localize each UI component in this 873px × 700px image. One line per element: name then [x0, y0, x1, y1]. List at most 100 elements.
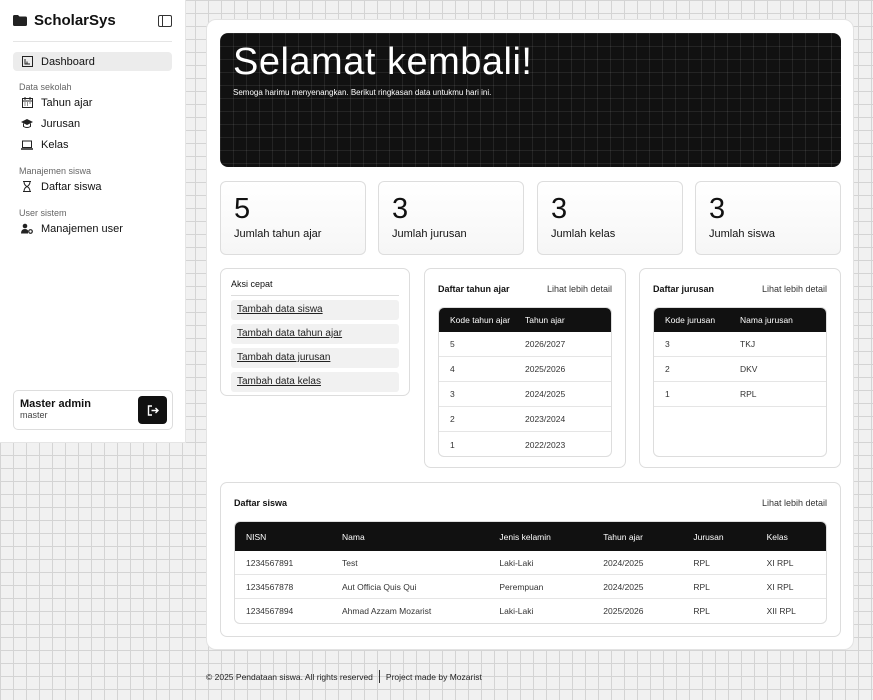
table-row: 3 2024/2025 — [439, 382, 611, 407]
table-row: 4 2025/2026 — [439, 357, 611, 382]
logout-icon — [147, 404, 159, 416]
table-cell: 2024/2025 — [603, 557, 644, 568]
stat-value: 3 — [551, 193, 568, 225]
sidebar: ScholarSys Dashboard Data sekolah Tahun … — [0, 0, 186, 443]
table-cell: RPL — [693, 581, 710, 592]
table-row: 1 2022/2023 — [439, 432, 611, 456]
table-header: NISN Nama Jenis kelamin Tahun ajar Jurus… — [235, 522, 826, 551]
sidebar-item-label: Dashboard — [41, 55, 95, 68]
welcome-banner: Selamat kembali! Semoga harimu menyenang… — [220, 33, 841, 167]
table-cell: XI RPL — [766, 581, 794, 592]
column-header: Kode jurusan — [665, 315, 716, 325]
footer-copyright: © 2025 Pendataan siswa. All rights reser… — [206, 671, 373, 682]
academic-years-title: Daftar tahun ajar — [438, 284, 510, 294]
stat-card-siswa: 3 Jumlah siswa — [695, 181, 841, 255]
table-row: 5 2026/2027 — [439, 332, 611, 357]
dashboard-icon — [21, 56, 33, 68]
sidebar-item-manajemen-user[interactable]: Manajemen user — [13, 218, 172, 239]
academic-years-detail-link[interactable]: Lihat lebih detail — [547, 284, 612, 294]
column-header: Jenis kelamin — [499, 531, 551, 542]
group-label-user-sistem: User sistem — [19, 208, 67, 218]
table-cell: 2025/2026 — [603, 606, 644, 616]
table-row: 1234567878 Aut Officia Quis Qui Perempua… — [235, 575, 826, 599]
sidebar-item-daftar-siswa[interactable]: Daftar siswa — [13, 176, 172, 197]
stat-card-kelas: 3 Jumlah kelas — [537, 181, 683, 255]
students-table: NISN Nama Jenis kelamin Tahun ajar Jurus… — [234, 521, 827, 624]
quick-actions-title: Aksi cepat — [231, 279, 399, 296]
sidebar-item-label: Kelas — [41, 138, 69, 151]
column-header: Nama jurusan — [740, 315, 793, 325]
table-row: 1234567894 Ahmad Azzam Mozarist Laki-Lak… — [235, 599, 826, 623]
table-cell: Test — [342, 557, 358, 568]
column-header: Tahun ajar — [525, 315, 565, 325]
add-class-link[interactable]: Tambah data kelas — [231, 372, 399, 392]
table-row: 1 RPL — [654, 382, 826, 407]
table-cell: RPL — [740, 389, 757, 399]
table-cell: Ahmad Azzam Mozarist — [342, 606, 432, 616]
column-header: Jurusan — [693, 531, 724, 542]
quick-actions-panel: Aksi cepat Tambah data siswa Tambah data… — [220, 268, 410, 396]
table-header: Kode jurusan Nama jurusan — [654, 308, 826, 332]
sidebar-item-label: Jurusan — [41, 117, 81, 130]
laptop-icon — [21, 139, 33, 151]
students-detail-link[interactable]: Lihat lebih detail — [762, 498, 827, 508]
add-academic-year-link[interactable]: Tambah data tahun ajar — [231, 324, 399, 344]
add-major-link[interactable]: Tambah data jurusan — [231, 348, 399, 368]
table-cell: 2024/2025 — [603, 581, 644, 592]
brand: ScholarSys — [13, 0, 172, 42]
calendar-icon — [21, 97, 33, 109]
column-header: Tahun ajar — [603, 531, 643, 542]
table-cell: 2 — [450, 414, 455, 424]
majors-title: Daftar jurusan — [653, 284, 715, 294]
stat-label: Jumlah tahun ajar — [234, 228, 322, 240]
table-cell: 2024/2025 — [525, 389, 566, 399]
table-cell: 1234567891 — [246, 557, 294, 568]
table-cell: RPL — [693, 557, 710, 568]
students-panel: Daftar siswa Lihat lebih detail NISN Nam… — [220, 482, 841, 637]
table-cell: XI RPL — [766, 557, 794, 568]
table-cell: 1 — [665, 389, 670, 399]
stat-card-tahun-ajar: 5 Jumlah tahun ajar — [220, 181, 366, 255]
table-cell: RPL — [693, 606, 710, 616]
logout-button[interactable] — [138, 396, 167, 424]
sidebar-item-label: Tahun ajar — [41, 96, 93, 109]
sidebar-item-dashboard[interactable]: Dashboard — [13, 52, 172, 71]
footer-divider — [378, 670, 380, 683]
column-header: Kode tahun ajar — [450, 315, 511, 325]
welcome-title: Selamat kembali! — [233, 41, 533, 83]
table-cell: Laki-Laki — [499, 606, 534, 616]
table-cell: Aut Officia Quis Qui — [342, 581, 417, 592]
stat-label: Jumlah kelas — [551, 228, 616, 240]
majors-detail-link[interactable]: Lihat lebih detail — [762, 284, 827, 294]
table-row: 1234567891 Test Laki-Laki 2024/2025 RPL … — [235, 551, 826, 575]
table-row: 2 2023/2024 — [439, 407, 611, 432]
sidebar-item-kelas[interactable]: Kelas — [13, 134, 172, 155]
stat-label: Jumlah jurusan — [392, 228, 467, 240]
table-cell: 3 — [450, 389, 455, 399]
sidebar-item-jurusan[interactable]: Jurusan — [13, 113, 172, 134]
sidebar-toggle-icon[interactable] — [158, 14, 172, 27]
stat-label: Jumlah siswa — [709, 228, 776, 240]
table-cell: 4 — [450, 364, 455, 374]
welcome-subtitle: Semoga harimu menyenangkan. Berikut ring… — [233, 88, 492, 97]
table-cell: 2022/2023 — [525, 439, 566, 450]
group-label-manajemen-siswa: Manajemen siswa — [19, 166, 92, 176]
main-content: Selamat kembali! Semoga harimu menyenang… — [206, 19, 854, 650]
table-row: 2 DKV — [654, 357, 826, 382]
graduation-cap-icon — [21, 118, 33, 130]
add-student-link[interactable]: Tambah data siswa — [231, 300, 399, 320]
table-cell: 1234567878 — [246, 581, 294, 592]
sidebar-item-label: Manajemen user — [41, 222, 123, 235]
stat-value: 3 — [392, 193, 409, 225]
brand-name: ScholarSys — [34, 12, 116, 29]
table-cell: 1 — [450, 439, 455, 450]
majors-panel: Daftar jurusan Lihat lebih detail Kode j… — [639, 268, 841, 468]
footer-credit: Project made by Mozarist — [385, 671, 482, 682]
column-header: Kelas — [766, 531, 788, 542]
table-cell: XII RPL — [766, 606, 796, 616]
academic-years-panel: Daftar tahun ajar Lihat lebih detail Kod… — [424, 268, 626, 468]
table-cell: TKJ — [740, 339, 756, 349]
sidebar-item-tahun-ajar[interactable]: Tahun ajar — [13, 92, 172, 113]
table-cell: 2 — [665, 364, 670, 374]
table-cell: 2026/2027 — [525, 339, 566, 349]
